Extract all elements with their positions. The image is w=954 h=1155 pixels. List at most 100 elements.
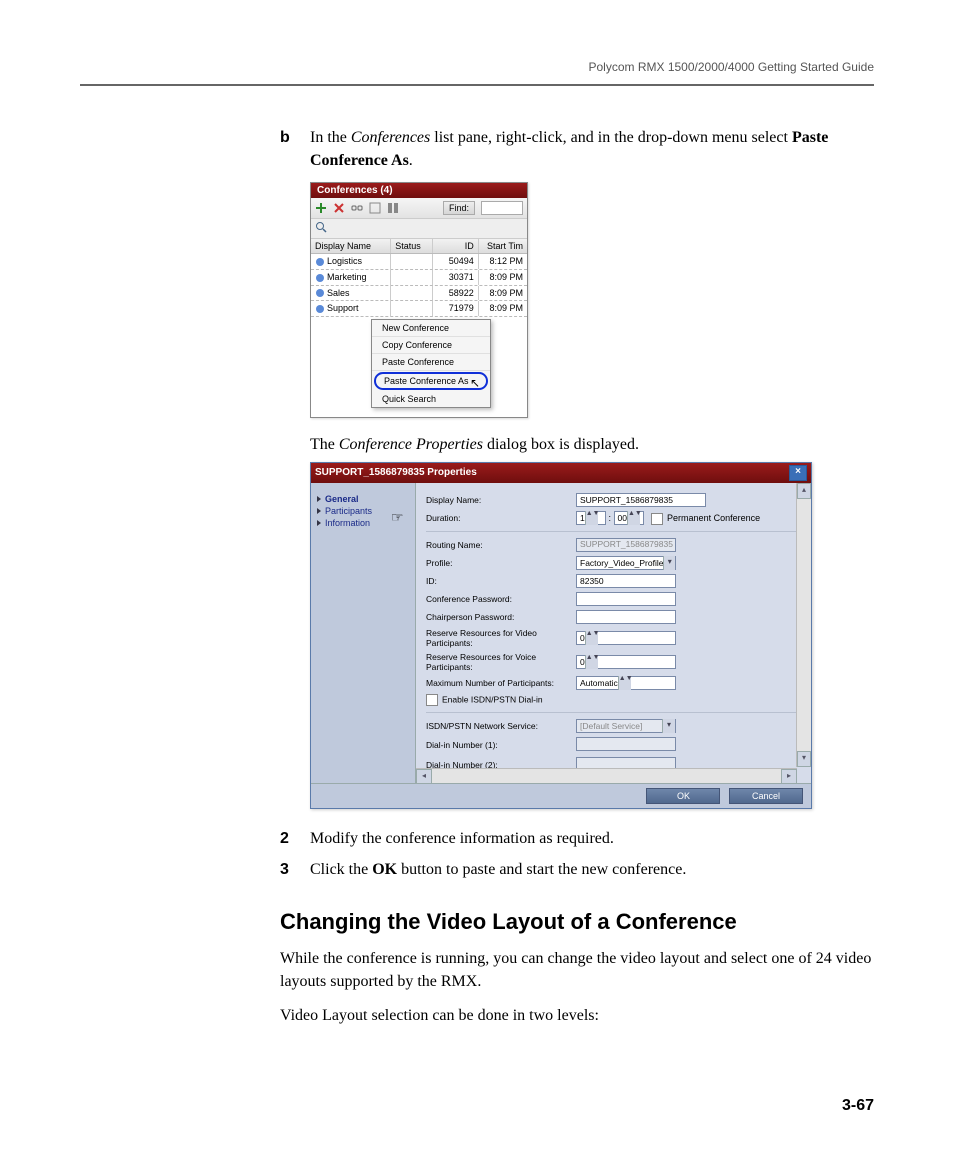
search-icon[interactable] [315,221,327,233]
t-strong: OK [372,861,397,878]
duration-minutes[interactable]: 00▲▼ [614,511,644,525]
table-row[interactable]: Marketing 30371 8:09 PM [311,270,527,286]
section-p1: While the conference is running, you can… [280,947,874,993]
caret-icon [317,508,321,514]
cell: 30371 [433,270,479,285]
t: dialog box is displayed. [483,436,639,453]
lbl-res-voice: Reserve Resources for Voice Participants… [426,652,576,672]
spinner-icon[interactable]: ▲▼ [585,631,598,645]
step-b-label: b [280,126,310,172]
spinner-icon[interactable]: ▲▼ [585,511,598,525]
view1-icon[interactable] [369,202,381,214]
spinner-icon[interactable]: ▲▼ [627,511,640,525]
conferences-toolbar: Find: [311,198,527,219]
conferences-toolbar2 [311,219,527,239]
context-menu-area: New Conference Copy Conference Paste Con… [311,317,527,417]
menu-new-conference[interactable]: New Conference [372,320,490,337]
lbl-enable-isdn: Enable ISDN/PSTN Dial-in [442,694,543,704]
spin-res-video[interactable]: 0▲▼ [576,631,676,645]
col-id[interactable]: ID [433,239,479,253]
spin-res-voice[interactable]: 0▲▼ [576,655,676,669]
dialog-nav: General Participants Information ☞ [311,483,415,783]
lbl-max-part: Maximum Number of Participants: [426,678,576,688]
lbl-profile: Profile: [426,558,576,568]
context-menu: New Conference Copy Conference Paste Con… [371,319,491,408]
chk-enable-isdn[interactable] [426,694,438,706]
horizontal-scrollbar[interactable]: ◂ ▸ [416,768,797,783]
table-row[interactable]: Support 71979 8:09 PM [311,301,527,317]
scroll-left-icon[interactable]: ◂ [416,769,432,783]
v: Factory_Video_Profile [580,558,663,568]
col-start-time[interactable]: Start Tim [479,239,527,253]
ok-button[interactable]: OK [646,788,720,804]
spinner-icon[interactable]: ▲▼ [585,655,598,669]
t: . [409,152,413,169]
t: button to paste and start the new confer… [397,861,686,878]
table-row[interactable]: Sales 58922 8:09 PM [311,286,527,302]
step-b-body: In the Conferences list pane, right-clic… [310,126,874,172]
chevron-down-icon: ▾ [662,719,675,733]
v: 00 [618,513,627,523]
add-icon[interactable] [315,202,327,214]
header-rule [80,84,874,86]
menu-quick-search[interactable]: Quick Search [372,391,490,407]
lbl-isdn-svc: ISDN/PSTN Network Service: [426,721,576,731]
step-b: b In the Conferences list pane, right-cl… [280,126,874,172]
scroll-right-icon[interactable]: ▸ [781,769,797,783]
col-display-name[interactable]: Display Name [311,239,391,253]
caption-conf-props: The Conference Properties dialog box is … [310,436,874,454]
menu-paste-conference-as[interactable]: Paste Conference As ↖ [374,372,488,390]
nav-label: Information [325,518,370,528]
divider [426,531,801,532]
step-3-body: Click the OK button to paste and start t… [310,858,874,881]
vertical-scrollbar[interactable]: ▴ ▾ [796,483,811,767]
menu-paste-conference[interactable]: Paste Conference [372,354,490,371]
delete-icon[interactable] [333,202,345,214]
input-dial1 [576,737,676,751]
scroll-up-icon[interactable]: ▴ [797,483,811,499]
t: Click the [310,861,372,878]
step-2-label: 2 [280,827,310,850]
lbl-res-video: Reserve Resources for Video Participants… [426,628,576,648]
cursor-icon: ↖ [470,377,480,389]
t-em: Conferences [351,129,430,146]
hand-cursor-icon: ☞ [391,509,404,526]
spin-max-part[interactable]: Automatic▲▼ [576,676,676,690]
nav-general[interactable]: General [317,493,409,505]
menu-label: Paste Conference As [384,376,469,386]
dialog-titlebar: SUPPORT_1586879835 Properties × [311,463,811,483]
select-profile[interactable]: Factory_Video_Profile▾ [576,556,676,570]
cell: 58922 [433,286,479,301]
lbl-dial1: Dial-in Number (1): [426,740,576,750]
running-header: Polycom RMX 1500/2000/4000 Getting Start… [80,60,874,74]
link-icon[interactable] [351,202,363,214]
cell: 50494 [433,254,479,269]
menu-copy-conference[interactable]: Copy Conference [372,337,490,354]
cell: 8:09 PM [479,270,527,285]
cell: 8:09 PM [479,301,527,316]
duration-hours[interactable]: 1▲▼ [576,511,606,525]
spinner-icon[interactable]: ▲▼ [618,676,631,690]
conference-properties-dialog: SUPPORT_1586879835 Properties × General … [310,462,812,809]
close-icon[interactable]: × [789,465,807,481]
lbl-id: ID: [426,576,576,586]
scroll-down-icon[interactable]: ▾ [797,751,811,767]
cancel-button[interactable]: Cancel [729,788,803,804]
input-display-name[interactable] [576,493,706,507]
t: list pane, right-click, and in the drop-… [430,129,792,146]
find-input[interactable] [481,201,523,215]
v: [Default Service] [580,721,642,731]
conferences-pane-screenshot: Conferences (4) Find: Display Name Statu… [310,182,528,418]
input-chair-pw[interactable] [576,610,676,624]
view2-icon[interactable] [387,202,399,214]
step-2: 2 Modify the conference information as r… [280,827,874,850]
table-row[interactable]: Logistics 50494 8:12 PM [311,254,527,270]
conference-icon [315,304,325,314]
chevron-down-icon: ▾ [663,556,675,570]
chk-permanent[interactable] [651,513,663,525]
section-p2: Video Layout selection can be done in tw… [280,1004,874,1027]
input-id[interactable] [576,574,676,588]
input-conf-pw[interactable] [576,592,676,606]
conference-icon [315,257,325,267]
col-status[interactable]: Status [391,239,433,253]
